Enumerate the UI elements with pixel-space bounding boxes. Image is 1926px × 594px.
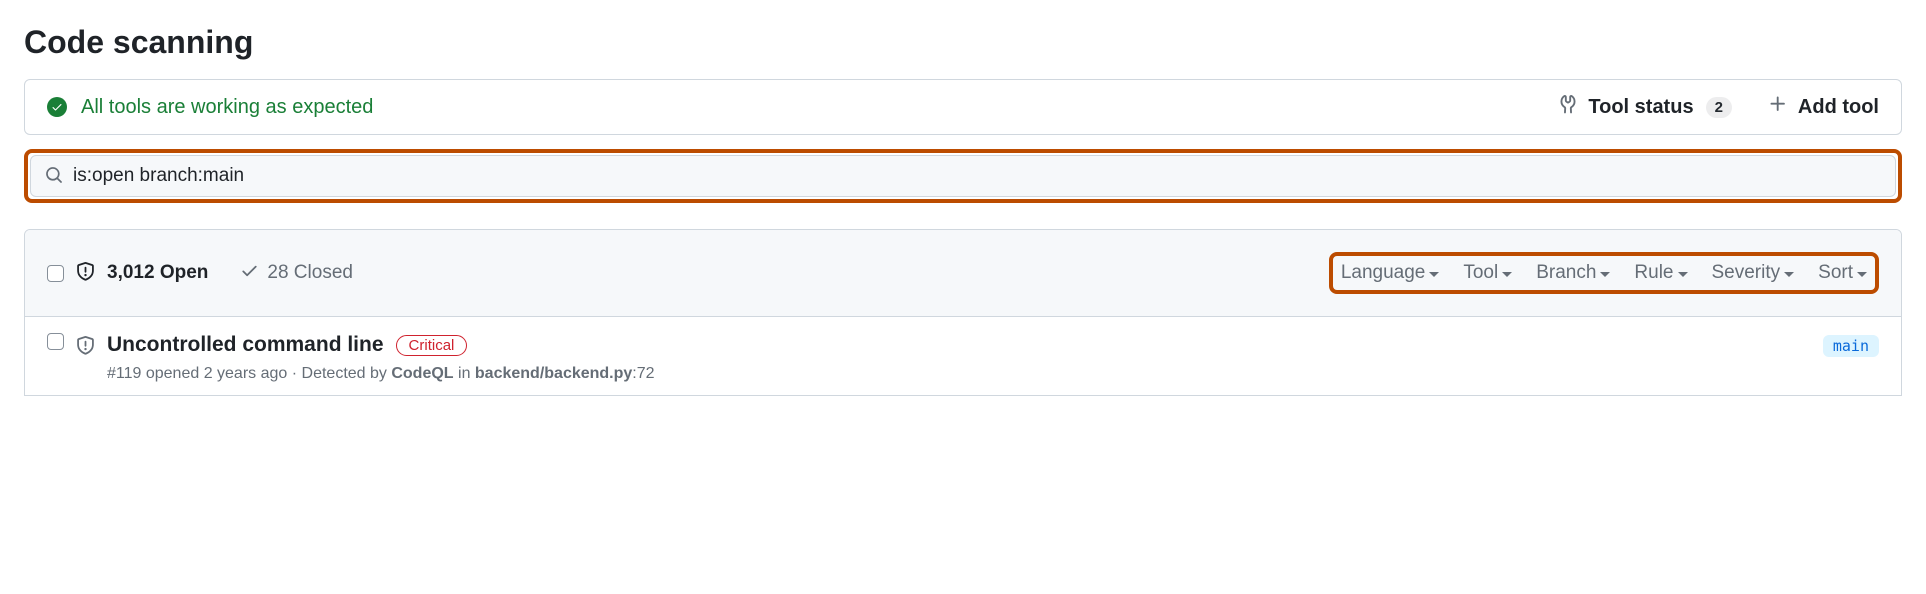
search-input[interactable] bbox=[73, 165, 1881, 187]
tool-status-link[interactable]: Tool status 2 bbox=[1558, 94, 1732, 120]
alert-title[interactable]: Uncontrolled command line bbox=[107, 333, 384, 357]
alert-meta: #119 opened 2 years ago · Detected by Co… bbox=[107, 365, 1811, 383]
tools-icon bbox=[1558, 94, 1578, 120]
shield-alert-icon bbox=[76, 262, 95, 284]
search-icon bbox=[45, 166, 63, 187]
plus-icon bbox=[1768, 94, 1788, 120]
check-circle-icon bbox=[47, 97, 67, 117]
filter-sort[interactable]: Sort bbox=[1818, 262, 1867, 284]
tool-count-badge: 2 bbox=[1706, 97, 1732, 118]
severity-badge: Critical bbox=[396, 335, 468, 356]
add-tool-button[interactable]: Add tool bbox=[1768, 94, 1879, 120]
caret-down-icon bbox=[1857, 272, 1867, 277]
filter-rule[interactable]: Rule bbox=[1634, 262, 1687, 284]
add-tool-label: Add tool bbox=[1798, 96, 1879, 119]
search-box[interactable] bbox=[30, 155, 1896, 197]
alert-checkbox[interactable] bbox=[47, 333, 64, 350]
open-count[interactable]: 3,012 Open bbox=[107, 262, 208, 284]
alerts-list-header: 3,012 Open 28 Closed Language Tool Branc… bbox=[25, 230, 1901, 317]
tool-status-label: Tool status bbox=[1588, 96, 1693, 119]
shield-alert-icon bbox=[76, 336, 95, 383]
caret-down-icon bbox=[1502, 272, 1512, 277]
caret-down-icon bbox=[1784, 272, 1794, 277]
caret-down-icon bbox=[1429, 272, 1439, 277]
caret-down-icon bbox=[1600, 272, 1610, 277]
filter-branch[interactable]: Branch bbox=[1536, 262, 1610, 284]
alert-row[interactable]: Uncontrolled command line Critical #119 … bbox=[25, 317, 1901, 395]
closed-count: 28 Closed bbox=[267, 262, 353, 284]
closed-tab[interactable]: 28 Closed bbox=[240, 261, 353, 286]
status-bar: All tools are working as expected Tool s… bbox=[24, 79, 1902, 135]
search-highlight-box bbox=[24, 149, 1902, 203]
filter-tool[interactable]: Tool bbox=[1463, 262, 1512, 284]
alerts-list: 3,012 Open 28 Closed Language Tool Branc… bbox=[24, 229, 1902, 396]
page-title: Code scanning bbox=[24, 24, 1902, 61]
check-icon bbox=[240, 261, 259, 286]
filter-severity[interactable]: Severity bbox=[1712, 262, 1795, 284]
select-all-checkbox[interactable] bbox=[47, 265, 64, 282]
branch-badge[interactable]: main bbox=[1823, 335, 1879, 357]
caret-down-icon bbox=[1678, 272, 1688, 277]
filter-language[interactable]: Language bbox=[1341, 262, 1440, 284]
filters-highlight-box: Language Tool Branch Rule Severity Sort bbox=[1329, 252, 1879, 294]
status-message: All tools are working as expected bbox=[81, 96, 373, 119]
